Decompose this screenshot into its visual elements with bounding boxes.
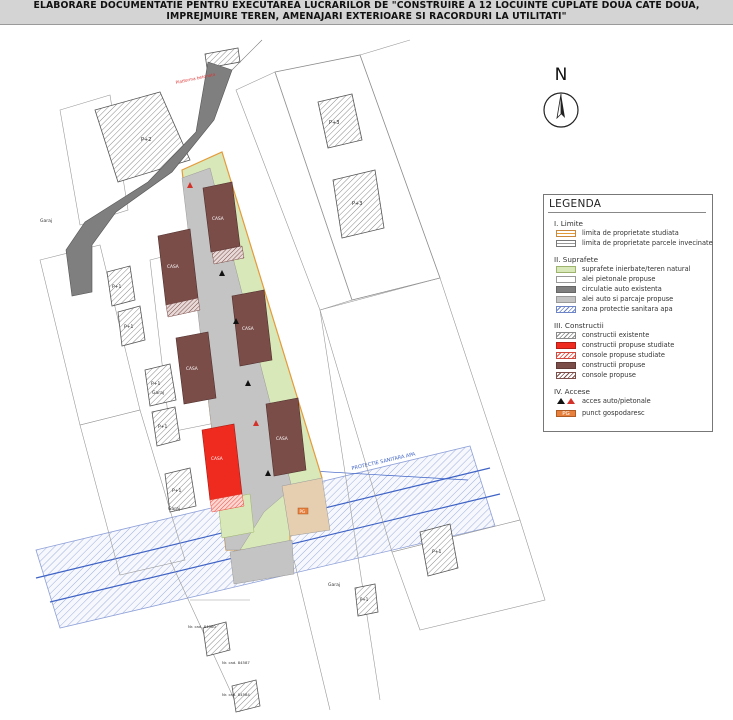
title-line-1: ELABORARE DOCUMENTATIE PENTRU EXECUTAREA… (33, 0, 700, 11)
legend-item: suprafete inierbate/teren natural (556, 265, 710, 275)
legend-swatch (556, 372, 576, 379)
legend-heading-limite: I. Limite (554, 219, 583, 228)
label-p2: P+2 (141, 137, 151, 143)
legend-label: constructii existente (582, 331, 650, 339)
legend-label: console propuse (582, 371, 636, 379)
existing-building-p1-c (144, 363, 177, 407)
label-casa-3: CASA (242, 326, 254, 332)
legend-label: punct gospodaresc (582, 409, 645, 417)
legend-label: suprafete inierbate/teren natural (582, 265, 691, 273)
label-p3-mid: P+3 (352, 201, 362, 207)
label-garaj-a: Garaj (40, 218, 52, 224)
label-cad-2: Nr. cad. 84587 (222, 660, 250, 665)
legend-swatch (556, 306, 576, 313)
gospodaresc-area (281, 477, 331, 537)
label-garaj-c: Garaj (168, 506, 180, 512)
legend-swatch (556, 276, 576, 283)
legend-label: circulatie auto existenta (582, 285, 662, 293)
label-p3-top: P+3 (329, 120, 339, 126)
legend-label: zona protectie sanitara apa (582, 305, 673, 313)
legend-item: console propuse studiate (556, 351, 710, 361)
label-p1-d: P+1 (158, 424, 167, 430)
north-arrow: N (536, 66, 586, 136)
legend-label: console propuse studiate (582, 351, 665, 359)
legend-swatch (556, 352, 576, 359)
legend-item: acces auto/pietonale (556, 397, 710, 407)
legend-item: zona protectie sanitara apa (556, 305, 710, 315)
label-casa-studied: CASA (211, 456, 223, 462)
legend-item: limita de proprietate studiata (556, 229, 710, 239)
label-cad-3: Nr. cad. 84584 (222, 692, 250, 697)
legend-label: constructii propuse studiate (582, 341, 675, 349)
legend-swatch (556, 342, 576, 349)
legend-item: limita de proprietate parcele invecinate (556, 239, 713, 249)
legend-label: constructii propuse (582, 361, 646, 369)
access-arrows-icon (556, 398, 576, 405)
legend-item: alei auto si parcaje propuse (556, 295, 710, 305)
legend-title: LEGENDA (549, 198, 602, 210)
parcel-line-3 (293, 559, 331, 711)
label-casa-1: CASA (212, 216, 224, 222)
legend-swatch (556, 332, 576, 339)
north-letter: N (554, 65, 568, 85)
label-p1-f: P+1 (432, 549, 441, 555)
legend-item: constructii propuse (556, 361, 710, 371)
legend-label: limita de proprietate studiata (582, 229, 679, 237)
legend-item: console propuse (556, 371, 710, 381)
legend-label: limita de proprietate parcele invecinate (582, 239, 713, 247)
label-garaj-b: Garaj (152, 390, 164, 396)
site-plan-sheet: ELABORARE DOCUMENTATIE PENTRU EXECUTAREA… (0, 0, 733, 720)
label-p1-c: P+1 (151, 381, 160, 387)
legend-swatch: PG (556, 410, 576, 417)
legend-item: PG punct gospodaresc (556, 409, 710, 419)
label-casa-4: CASA (186, 366, 198, 372)
north-compass-icon (543, 92, 579, 128)
legend-heading-suprafete: II. Suprafete (554, 255, 599, 264)
label-p1-e: P+1 (172, 488, 181, 494)
title-line-2: IMPREJMUIRE TEREN, AMENAJARI EXTERIOARE … (166, 11, 567, 22)
legend-item: circulatie auto existenta (556, 285, 710, 295)
legend-item: constructii propuse studiate (556, 341, 710, 351)
legend-swatch (556, 286, 576, 293)
pg-marker-label: PG (300, 509, 306, 514)
label-casa-5: CASA (276, 436, 288, 442)
label-p1-b: P+1 (124, 324, 133, 330)
legend-item: alei pietonale propuse (556, 275, 710, 285)
label-cad-1: Nr. cad. 84580 (188, 624, 216, 629)
legend-swatch (556, 362, 576, 369)
legend-heading-accese: IV. Accese (554, 387, 590, 396)
legend-heading-constructii: III. Constructii (554, 321, 604, 330)
legend-swatch (556, 240, 576, 247)
legend-label: acces auto/pietonale (582, 397, 651, 405)
label-p1-a: P+1 (112, 284, 121, 290)
legend-label: alei auto si parcaje propuse (582, 295, 674, 303)
legend-item: constructii existente (556, 331, 710, 341)
legend-swatch (556, 266, 576, 273)
label-garaj-d: Garaj (328, 582, 340, 588)
label-p-small: P+1 (360, 597, 369, 602)
legend-swatch (556, 296, 576, 303)
legend-label: alei pietonale propuse (582, 275, 656, 283)
legend-swatch (556, 230, 576, 237)
legend-title-rule (548, 212, 706, 213)
label-casa-2: CASA (167, 264, 179, 270)
title-banner: ELABORARE DOCUMENTATIE PENTRU EXECUTAREA… (0, 0, 733, 25)
parcel-line-1 (359, 39, 411, 56)
legend: LEGENDA I. Limite limita de proprietate … (543, 194, 713, 432)
